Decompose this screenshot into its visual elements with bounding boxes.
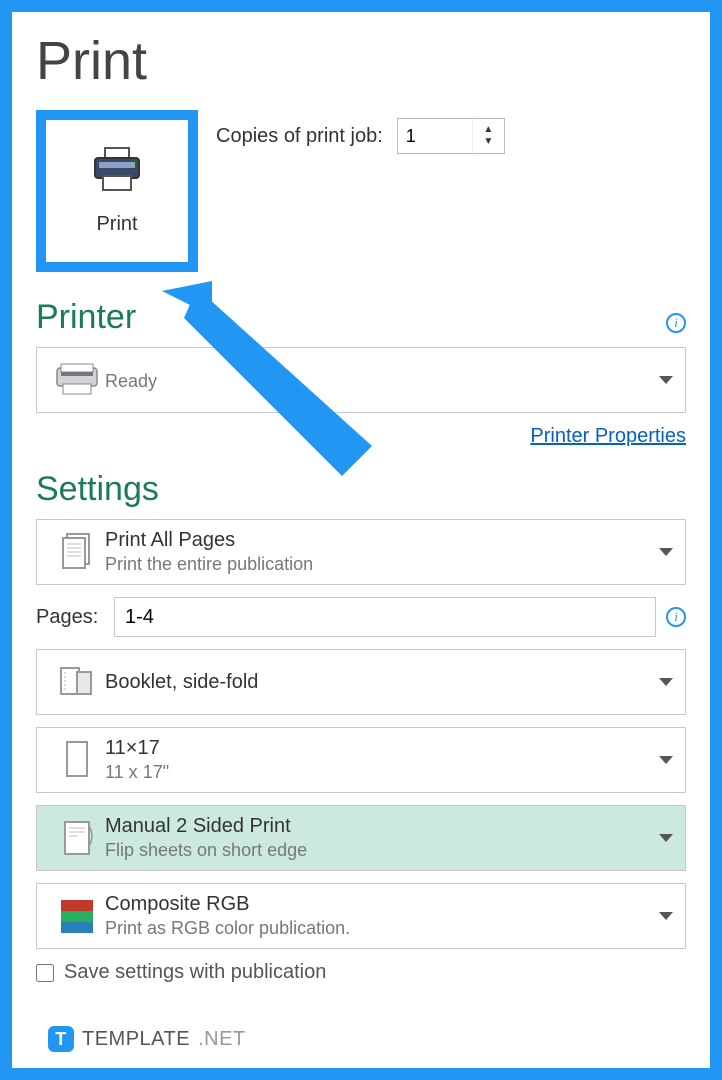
duplex-title: Manual 2 Sided Print bbox=[105, 815, 651, 838]
print-range-title: Print All Pages bbox=[105, 529, 651, 552]
chevron-down-icon bbox=[659, 756, 673, 764]
chevron-down-icon bbox=[659, 678, 673, 686]
printer-properties-link[interactable]: Printer Properties bbox=[530, 425, 686, 447]
spinner-up[interactable]: ▲ bbox=[473, 124, 504, 136]
paper-text: 11×17 11 x 17" bbox=[105, 737, 651, 783]
watermark-brand: TEMPLATE bbox=[82, 1028, 190, 1051]
print-button-highlight: Print bbox=[36, 110, 198, 272]
copies-label: Copies of print job: bbox=[216, 125, 383, 148]
layout-text: Booklet, side-fold bbox=[105, 671, 651, 694]
watermark-suffix: .NET bbox=[198, 1028, 246, 1051]
pages-input[interactable] bbox=[114, 597, 656, 637]
booklet-icon bbox=[49, 662, 105, 702]
color-sub: Print as RGB color publication. bbox=[105, 918, 651, 939]
page-title: Print bbox=[36, 30, 686, 92]
top-row: Print Copies of print job: ▲ ▼ bbox=[36, 110, 686, 272]
pages-label: Pages: bbox=[36, 606, 104, 629]
paper-icon bbox=[49, 738, 105, 782]
settings-section-title: Settings bbox=[36, 470, 686, 509]
printer-props-row: Printer Properties bbox=[36, 425, 686, 448]
spinner-down[interactable]: ▼ bbox=[473, 136, 504, 148]
duplex-icon bbox=[49, 816, 105, 860]
chevron-down-icon bbox=[659, 912, 673, 920]
print-range-select[interactable]: Print All Pages Print the entire publica… bbox=[36, 519, 686, 585]
save-settings-row: Save settings with publication bbox=[36, 961, 686, 984]
color-select[interactable]: Composite RGB Print as RGB color publica… bbox=[36, 883, 686, 949]
pages-icon bbox=[49, 530, 105, 574]
paper-title: 11×17 bbox=[105, 737, 651, 760]
color-text: Composite RGB Print as RGB color publica… bbox=[105, 893, 651, 939]
copies-spinner[interactable]: ▲ ▼ bbox=[397, 118, 505, 154]
chevron-down-icon bbox=[659, 548, 673, 556]
paper-size-select[interactable]: 11×17 11 x 17" bbox=[36, 727, 686, 793]
color-title: Composite RGB bbox=[105, 893, 651, 916]
duplex-text: Manual 2 Sided Print Flip sheets on shor… bbox=[105, 815, 651, 861]
chevron-down-icon bbox=[659, 376, 673, 384]
copies-row: Copies of print job: ▲ ▼ bbox=[216, 118, 505, 154]
printer-status: Ready bbox=[105, 371, 651, 392]
info-icon[interactable]: i bbox=[666, 607, 686, 627]
watermark: T TEMPLATE .NET bbox=[44, 1024, 250, 1054]
printer-device-icon bbox=[49, 362, 105, 398]
layout-select[interactable]: Booklet, side-fold bbox=[36, 649, 686, 715]
copies-input[interactable] bbox=[398, 119, 472, 153]
print-button-label: Print bbox=[96, 213, 137, 236]
chevron-down-icon bbox=[659, 834, 673, 842]
watermark-badge: T bbox=[48, 1026, 74, 1052]
spinner-arrows: ▲ ▼ bbox=[472, 119, 504, 153]
printer-select[interactable]: Ready bbox=[36, 347, 686, 413]
printer-section-title: Printer bbox=[36, 298, 136, 337]
paper-sub: 11 x 17" bbox=[105, 762, 651, 783]
printer-header-row: Printer i bbox=[36, 298, 686, 347]
printer-text: Ready bbox=[105, 369, 651, 392]
duplex-select[interactable]: Manual 2 Sided Print Flip sheets on shor… bbox=[36, 805, 686, 871]
print-range-sub: Print the entire publication bbox=[105, 554, 651, 575]
pages-row: Pages: i bbox=[36, 597, 686, 637]
duplex-sub: Flip sheets on short edge bbox=[105, 840, 651, 861]
print-button[interactable]: Print bbox=[46, 120, 188, 262]
layout-title: Booklet, side-fold bbox=[105, 671, 651, 694]
save-settings-label: Save settings with publication bbox=[64, 961, 326, 984]
printer-icon bbox=[89, 146, 145, 199]
info-icon[interactable]: i bbox=[666, 313, 686, 333]
print-panel: Print Print Copies of print job: bbox=[12, 12, 710, 1068]
rgb-icon bbox=[49, 896, 105, 936]
print-range-text: Print All Pages Print the entire publica… bbox=[105, 529, 651, 575]
save-settings-checkbox[interactable] bbox=[36, 964, 54, 982]
